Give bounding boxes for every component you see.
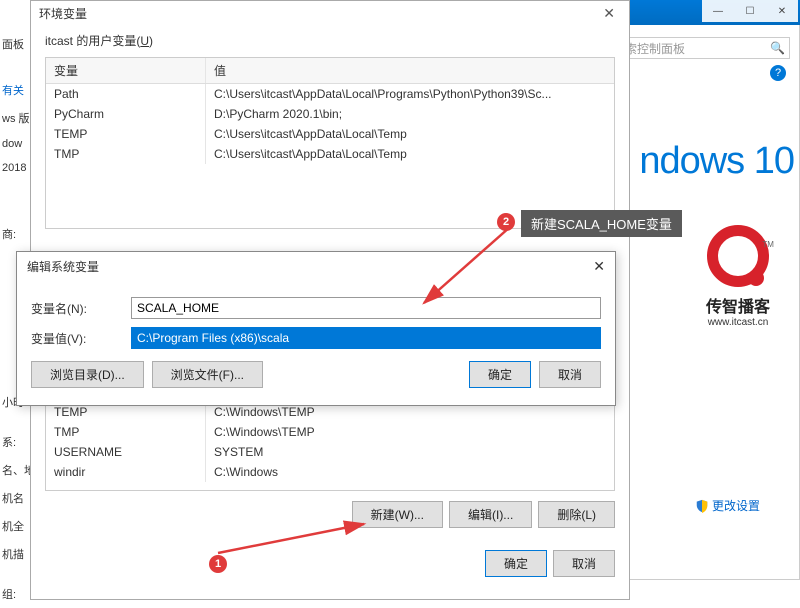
- annotation-badge-2: 2: [497, 213, 515, 231]
- change-settings-link[interactable]: 更改设置: [695, 497, 760, 514]
- var-value-label: 变量值(V):: [31, 330, 121, 347]
- close-button[interactable]: ✕: [766, 0, 798, 22]
- help-icon[interactable]: ?: [770, 65, 786, 81]
- maximize-button[interactable]: ☐: [734, 0, 766, 22]
- cancel-button[interactable]: 取消: [539, 361, 601, 388]
- cancel-button[interactable]: 取消: [553, 550, 615, 577]
- edit-sysvar-dialog: 编辑系统变量 ✕ 变量名(N): 变量值(V): 浏览目录(D)... 浏览文件…: [16, 251, 616, 406]
- edit-dialog-titlebar: 编辑系统变量 ✕: [17, 252, 615, 281]
- annotation-callout-2: 新建SCALA_HOME变量: [521, 210, 682, 237]
- user-vars-table[interactable]: 变量 值 PathC:\Users\itcast\AppData\Local\P…: [45, 57, 615, 229]
- delete-sysvar-button[interactable]: 删除(L): [538, 501, 615, 528]
- env-vars-title: 环境变量: [39, 5, 87, 22]
- col-variable[interactable]: 变量: [46, 58, 206, 83]
- env-vars-titlebar: 环境变量 ✕: [31, 1, 629, 26]
- col-value[interactable]: 值: [206, 58, 614, 83]
- table-row[interactable]: TMPC:\Users\itcast\AppData\Local\Temp: [46, 144, 614, 164]
- user-vars-label: itcast 的用户变量(U): [31, 26, 629, 55]
- windows-10-brand: ndows 10: [639, 140, 794, 183]
- close-icon[interactable]: ✕: [597, 5, 621, 22]
- var-name-label: 变量名(N):: [31, 300, 121, 317]
- shield-icon: [695, 499, 709, 513]
- search-icon: 🔍: [770, 41, 785, 55]
- table-row[interactable]: PyCharmD:\PyCharm 2020.1\bin;: [46, 104, 614, 124]
- system-vars-table[interactable]: TEMPC:\Windows\TEMP TMPC:\Windows\TEMP U…: [45, 401, 615, 491]
- edit-dialog-title: 编辑系统变量: [27, 258, 99, 275]
- new-sysvar-button[interactable]: 新建(W)...: [352, 501, 443, 528]
- ok-button[interactable]: 确定: [469, 361, 531, 388]
- ok-button[interactable]: 确定: [485, 550, 547, 577]
- browse-file-button[interactable]: 浏览文件(F)...: [152, 361, 263, 388]
- itcast-logo: TM 传智播客 www.itcast.cn: [706, 225, 770, 328]
- var-value-input[interactable]: [131, 327, 601, 349]
- close-icon[interactable]: ✕: [593, 258, 605, 275]
- table-row[interactable]: TEMPC:\Users\itcast\AppData\Local\Temp: [46, 124, 614, 144]
- parent-window-buttons: — ☐ ✕: [702, 0, 798, 22]
- table-row[interactable]: USERNAMESYSTEM: [46, 442, 614, 462]
- edit-sysvar-button[interactable]: 编辑(I)...: [449, 501, 532, 528]
- minimize-button[interactable]: —: [702, 0, 734, 22]
- control-panel-bg: [600, 20, 800, 580]
- search-input[interactable]: 搜索控制面板 🔍: [608, 37, 790, 59]
- table-row[interactable]: PathC:\Users\itcast\AppData\Local\Progra…: [46, 84, 614, 104]
- annotation-badge-1: 1: [209, 555, 227, 573]
- browse-dir-button[interactable]: 浏览目录(D)...: [31, 361, 144, 388]
- table-row[interactable]: TMPC:\Windows\TEMP: [46, 422, 614, 442]
- table-row[interactable]: windirC:\Windows: [46, 462, 614, 482]
- var-name-input[interactable]: [131, 297, 601, 319]
- search-placeholder: 搜索控制面板: [613, 40, 770, 57]
